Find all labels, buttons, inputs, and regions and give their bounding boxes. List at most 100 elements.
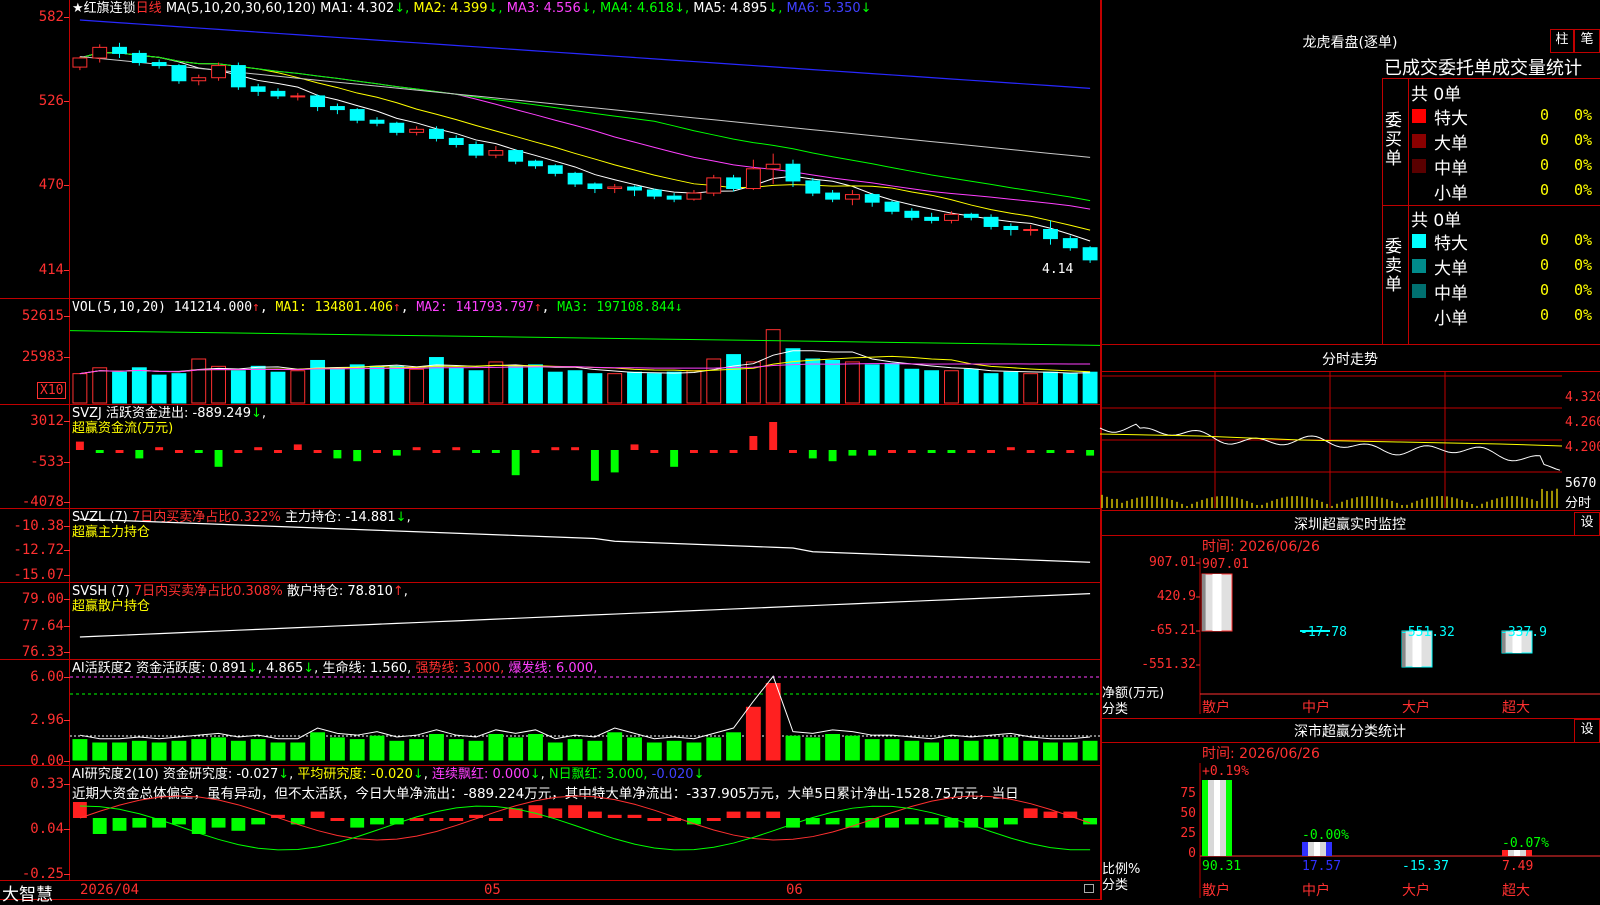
active-bar[interactable]: [1003, 737, 1019, 761]
candle-body[interactable]: [488, 150, 504, 156]
category-bar[interactable]: [1201, 573, 1233, 632]
main-force-chart[interactable]: [70, 509, 1100, 582]
research-bar[interactable]: [904, 818, 919, 825]
volume-bar[interactable]: [528, 364, 543, 404]
flow-bar[interactable]: [373, 450, 381, 453]
active-bar[interactable]: [1062, 742, 1078, 761]
ai-research-chart[interactable]: [70, 766, 1100, 880]
active-bar[interactable]: [1023, 740, 1039, 761]
research-bar[interactable]: [706, 818, 721, 821]
volume-bar[interactable]: [944, 370, 959, 404]
flow-bar[interactable]: [293, 444, 302, 450]
flow-bar[interactable]: [987, 450, 996, 453]
tick-view-button[interactable]: 笔: [1574, 29, 1600, 53]
active-bar[interactable]: [745, 706, 761, 761]
active-bar[interactable]: [92, 742, 108, 761]
flow-bar[interactable]: [491, 450, 500, 453]
research-bar[interactable]: [647, 818, 662, 821]
volume-bar[interactable]: [112, 371, 127, 404]
active-bar[interactable]: [904, 740, 920, 761]
active-bar[interactable]: [329, 737, 345, 761]
active-bar[interactable]: [349, 739, 365, 761]
active-bar[interactable]: [131, 740, 147, 761]
volume-bar[interactable]: [92, 367, 108, 404]
volume-bar[interactable]: [131, 367, 147, 404]
flow-bar[interactable]: [274, 450, 282, 453]
active-bar[interactable]: [547, 742, 563, 761]
research-bar[interactable]: [1003, 818, 1018, 825]
flow-bar[interactable]: [194, 450, 203, 453]
active-bar[interactable]: [607, 732, 623, 761]
flow-bar[interactable]: [353, 450, 362, 462]
flow-bar[interactable]: [1006, 447, 1015, 451]
candle-body[interactable]: [250, 86, 266, 92]
candle-body[interactable]: [884, 201, 900, 212]
research-bar[interactable]: [984, 818, 998, 828]
flow-bar[interactable]: [848, 450, 857, 456]
candle-body[interactable]: [646, 189, 662, 197]
flow-bar[interactable]: [313, 450, 322, 453]
active-bar[interactable]: [290, 742, 306, 761]
research-bar[interactable]: [607, 814, 622, 818]
research-bar[interactable]: [251, 818, 266, 825]
research-bar[interactable]: [766, 811, 781, 818]
volume-bar[interactable]: [1062, 373, 1078, 404]
active-bar[interactable]: [191, 739, 207, 761]
bar-view-button[interactable]: 柱: [1550, 29, 1574, 53]
volume-bar[interactable]: [844, 361, 860, 404]
research-bar[interactable]: [92, 818, 107, 834]
volume-bar[interactable]: [191, 358, 207, 404]
research-bar[interactable]: [825, 818, 840, 825]
flow-bar[interactable]: [1046, 450, 1055, 453]
flow-bar[interactable]: [689, 450, 698, 453]
flow-bar[interactable]: [650, 450, 659, 453]
volume-bar[interactable]: [250, 365, 266, 404]
candle-body[interactable]: [844, 194, 860, 200]
volume-bar[interactable]: [1043, 371, 1058, 404]
volume-bar[interactable]: [805, 358, 821, 404]
active-bar[interactable]: [112, 742, 127, 761]
research-bar[interactable]: [72, 802, 87, 818]
active-bar[interactable]: [488, 734, 504, 761]
research-bar[interactable]: [1023, 808, 1038, 818]
volume-bar[interactable]: [1003, 371, 1019, 404]
candle-body[interactable]: [963, 213, 979, 218]
active-bar[interactable]: [567, 739, 583, 761]
research-bar[interactable]: [211, 818, 226, 828]
research-bar[interactable]: [290, 818, 305, 825]
volume-bar[interactable]: [72, 373, 88, 404]
volume-bar[interactable]: [884, 362, 900, 404]
active-bar[interactable]: [171, 740, 187, 761]
sz-monitor-settings-button[interactable]: 设: [1574, 512, 1600, 536]
flow-bar[interactable]: [115, 450, 124, 453]
volume-bar[interactable]: [666, 371, 682, 404]
volume-bar[interactable]: [607, 373, 623, 404]
candle-body[interactable]: [547, 165, 563, 174]
volume-bar[interactable]: [627, 371, 642, 404]
active-bar[interactable]: [1043, 742, 1058, 761]
candle-body[interactable]: [627, 186, 642, 191]
research-bar[interactable]: [746, 811, 761, 818]
flow-bar[interactable]: [907, 450, 916, 453]
active-bar[interactable]: [389, 740, 405, 761]
period-label[interactable]: 日线: [136, 1, 162, 16]
flow-bar[interactable]: [610, 450, 619, 473]
active-bar[interactable]: [963, 740, 979, 761]
stock-name[interactable]: ★红旗连锁: [72, 1, 136, 16]
volume-bar[interactable]: [488, 361, 504, 404]
volume-bar[interactable]: [409, 368, 425, 404]
flow-bar[interactable]: [571, 447, 580, 451]
research-bar[interactable]: [924, 818, 939, 825]
volume-bar[interactable]: [983, 373, 999, 404]
candle-body[interactable]: [290, 95, 306, 98]
research-bar[interactable]: [885, 818, 899, 828]
active-bar[interactable]: [765, 683, 781, 761]
candle-body[interactable]: [983, 216, 999, 227]
research-bar[interactable]: [587, 811, 602, 818]
sz-class-settings-button[interactable]: 设: [1574, 719, 1600, 743]
research-bar[interactable]: [1043, 811, 1058, 818]
candle-body[interactable]: [191, 77, 207, 82]
candle-body[interactable]: [151, 62, 167, 67]
research-bar[interactable]: [310, 811, 325, 818]
volume-bar[interactable]: [211, 365, 226, 404]
